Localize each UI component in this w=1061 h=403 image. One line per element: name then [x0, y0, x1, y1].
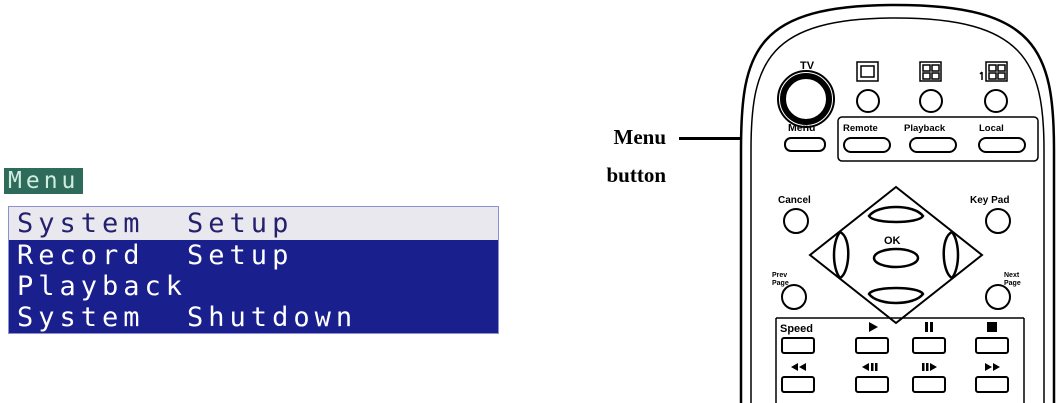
- speed-label: Speed: [780, 323, 813, 335]
- multi-view-button[interactable]: [984, 89, 1008, 113]
- fast-forward-button[interactable]: [975, 376, 1009, 393]
- keypad-label: Key Pad: [970, 195, 1009, 206]
- osd-menu-list: System Setup Record Setup Playback Syste…: [8, 206, 499, 334]
- next-page-label-2: Page: [1004, 280, 1021, 287]
- step-back-button[interactable]: [855, 376, 889, 393]
- play-button[interactable]: [855, 337, 889, 354]
- remote-label: Remote: [843, 123, 878, 134]
- quad-view-button[interactable]: [919, 89, 943, 113]
- menu-button-callout: Menu button: [606, 118, 666, 194]
- dpad-down-button[interactable]: [867, 286, 925, 305]
- prev-page-label-1: Prev: [772, 272, 787, 279]
- tv-label: TV: [800, 60, 815, 72]
- ok-button[interactable]: [872, 247, 920, 269]
- local-button[interactable]: [978, 137, 1026, 153]
- playback-button[interactable]: [909, 137, 957, 153]
- local-label: Local: [979, 123, 1004, 134]
- cancel-button[interactable]: [783, 208, 809, 234]
- speed-button[interactable]: [781, 337, 815, 354]
- next-page-button[interactable]: [985, 284, 1011, 310]
- step-forward-button[interactable]: [912, 376, 946, 393]
- prev-page-label-2: Page: [772, 280, 789, 287]
- callout-line-2: button: [606, 163, 666, 187]
- remote-control: TV Menu Remote Playback Local Cancel Key…: [739, 3, 1056, 403]
- dpad-right-button[interactable]: [942, 230, 960, 280]
- remote-button[interactable]: [843, 137, 891, 153]
- next-page-label-1: Next: [1004, 272, 1020, 279]
- stop-button[interactable]: [975, 337, 1009, 354]
- menu-button[interactable]: [784, 137, 826, 152]
- menu-item-system-shutdown[interactable]: System Shutdown: [9, 302, 498, 333]
- tv-power-button[interactable]: [777, 70, 835, 128]
- dpad-left-button[interactable]: [832, 230, 850, 280]
- keypad-button[interactable]: [985, 208, 1011, 234]
- osd-menu-title: Menu: [4, 168, 84, 194]
- single-view-button[interactable]: [856, 89, 880, 113]
- ok-label: OK: [884, 235, 901, 247]
- cancel-label: Cancel: [778, 195, 811, 206]
- pause-button[interactable]: [912, 337, 946, 354]
- dpad-up-button[interactable]: [867, 205, 925, 224]
- playback-label: Playback: [904, 123, 946, 134]
- menu-item-record-setup[interactable]: Record Setup: [9, 240, 498, 271]
- prev-page-button[interactable]: [781, 284, 807, 310]
- stop-icon: [987, 322, 997, 332]
- callout-line-1: Menu: [613, 125, 667, 149]
- rewind-button[interactable]: [781, 376, 815, 393]
- menu-item-playback[interactable]: Playback: [9, 271, 498, 302]
- menu-label: Menu: [788, 122, 815, 134]
- menu-item-system-setup[interactable]: System Setup: [9, 207, 498, 240]
